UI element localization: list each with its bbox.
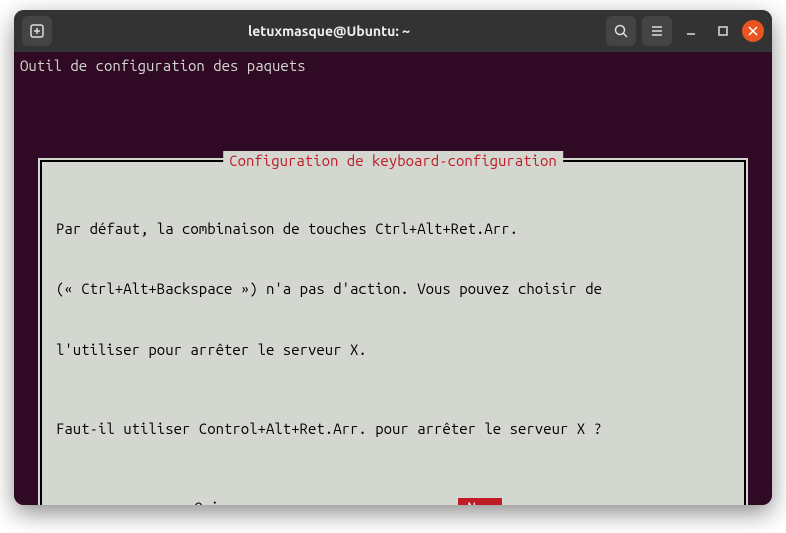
- new-tab-icon: [29, 23, 45, 39]
- dialog-line: Par défaut, la combinaison de touches Ct…: [56, 219, 730, 239]
- minimize-button[interactable]: [678, 18, 704, 44]
- terminal-header-text: Outil de configuration des paquets: [20, 56, 766, 76]
- search-button[interactable]: [606, 16, 636, 46]
- new-tab-button[interactable]: [22, 16, 52, 46]
- dialog-body: Par défaut, la combinaison de touches Ct…: [56, 178, 730, 480]
- dialog-frame: Configuration de keyboard-configuration …: [40, 160, 746, 505]
- close-icon: [748, 26, 758, 36]
- hamburger-icon: [649, 23, 665, 39]
- config-dialog: Configuration de keyboard-configuration …: [38, 158, 748, 505]
- search-icon: [613, 23, 629, 39]
- dialog-line: l'utiliser pour arrêter le serveur X.: [56, 340, 730, 360]
- maximize-button[interactable]: [710, 18, 736, 44]
- minimize-icon: [685, 25, 697, 37]
- dialog-buttons: <Oui> <Non>: [56, 498, 730, 506]
- titlebar: letuxmasque@Ubuntu: ~: [14, 10, 772, 52]
- maximize-icon: [717, 25, 729, 37]
- menu-button[interactable]: [642, 16, 672, 46]
- no-button[interactable]: <Non>: [458, 498, 502, 506]
- terminal-area[interactable]: Outil de configuration des paquets Confi…: [14, 52, 772, 505]
- dialog-title: Configuration de keyboard-configuration: [223, 151, 563, 171]
- yes-button[interactable]: <Oui>: [186, 498, 228, 506]
- window-title: letuxmasque@Ubuntu: ~: [60, 23, 598, 39]
- close-button[interactable]: [742, 20, 764, 42]
- terminal-window: letuxmasque@Ubuntu: ~: [14, 10, 772, 505]
- dialog-question: Faut-il utiliser Control+Alt+Ret.Arr. po…: [56, 419, 730, 439]
- dialog-line: (« Ctrl+Alt+Backspace ») n'a pas d'actio…: [56, 279, 730, 299]
